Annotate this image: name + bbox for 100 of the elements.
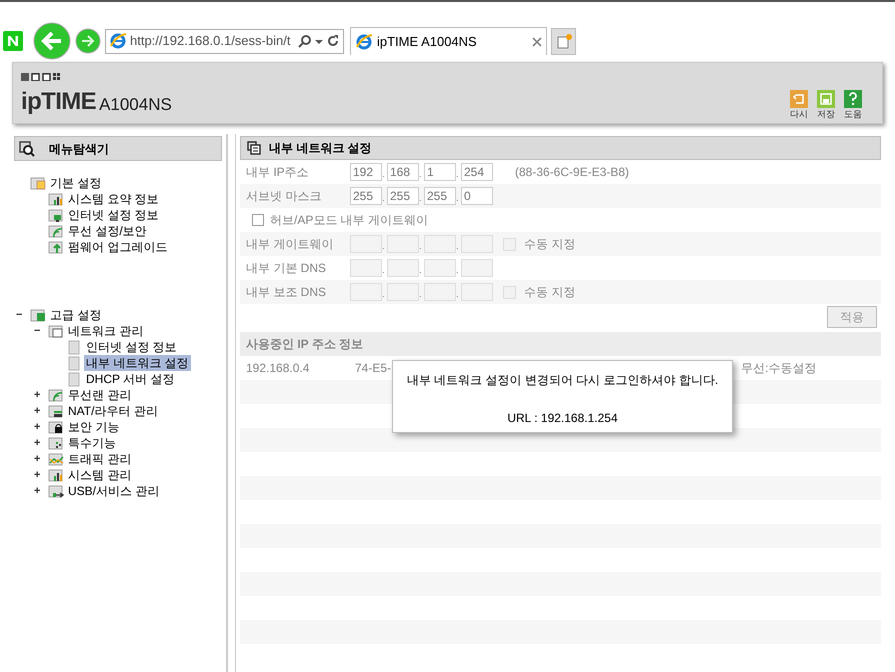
dot-separator: . <box>456 192 460 206</box>
ip-octet-field[interactable]: 254 <box>461 163 493 181</box>
tree-item[interactable]: NAT/라우터 관리 <box>66 403 160 419</box>
checkbox-label: 수동 지정 <box>524 284 576 301</box>
ip-octet-field[interactable]: 0 <box>461 187 493 205</box>
dot-separator: . <box>419 240 423 254</box>
search-icon[interactable] <box>298 34 312 48</box>
tree-item[interactable]: 인터넷 설정 정보 <box>66 207 161 223</box>
tab-title: ipTIME A1004NS <box>377 32 478 51</box>
monitor-icon <box>48 207 64 223</box>
table-cell-text: 192.168.0.4 <box>246 360 310 377</box>
tree-item[interactable]: 트래픽 관리 <box>66 451 134 467</box>
field-label: 내부 게이트웨이 <box>246 236 334 253</box>
dot-separator: . <box>382 288 386 302</box>
tree-item[interactable]: USB/서비스 관리 <box>66 483 162 499</box>
wireless-icon <box>48 387 64 403</box>
brand-logo: ipTIME <box>21 90 96 114</box>
tree-item[interactable]: 시스템 요약 정보 <box>66 191 161 207</box>
browser-logo-icon <box>109 32 127 50</box>
url-text: http://192.168.0.1/sess-bin/t <box>130 32 292 50</box>
field-label: 내부 보조 DNS <box>246 284 328 301</box>
back-icon <box>790 90 808 108</box>
ip-octet-field[interactable]: 1 <box>424 163 456 181</box>
panel-header: 내부 네트워크 설정 <box>240 136 881 160</box>
expand-toggle[interactable]: + <box>34 419 46 435</box>
upload-icon <box>48 239 64 255</box>
field-label: 내부 IP주소 <box>246 164 310 181</box>
address-bar[interactable]: http://192.168.0.1/sess-bin/t <box>105 28 344 54</box>
expand-toggle[interactable]: + <box>34 467 46 483</box>
dialog-url: URL : 192.168.1.254 <box>507 410 618 427</box>
checkbox-label: 허브/AP모드 내부 게이트웨이 <box>270 212 428 229</box>
dot-separator: . <box>419 192 423 206</box>
toolbar-button[interactable]: 도움 <box>842 90 864 120</box>
dot-separator: . <box>419 288 423 302</box>
dot-separator: . <box>456 288 460 302</box>
dot-separator: . <box>456 168 460 182</box>
toolbar-button[interactable]: 저장 <box>815 90 837 120</box>
new-page-icon <box>556 33 572 49</box>
expand-toggle[interactable]: − <box>16 307 28 323</box>
dialog-message: 내부 네트워크 설정이 변경되어 다시 로그인하셔야 합니다. <box>406 372 718 389</box>
table-cell-text: 무선:수동설정 <box>741 360 816 377</box>
tree-item[interactable]: 무선 설정/보안 <box>66 223 149 239</box>
naver-logo-icon[interactable] <box>3 31 23 51</box>
expand-toggle[interactable]: + <box>34 483 46 499</box>
dots-icon <box>48 435 64 451</box>
dot-separator: . <box>382 168 386 182</box>
page-icon <box>66 339 82 355</box>
new-tab-button[interactable] <box>551 28 576 54</box>
expand-toggle[interactable]: + <box>34 403 46 419</box>
dot-separator: . <box>382 240 386 254</box>
chart-icon <box>48 191 64 207</box>
field-label: 서브넷 마스크 <box>246 188 322 205</box>
tree-item[interactable]: 기본 설정 <box>48 175 104 191</box>
tree-item[interactable]: 펌웨어 업그레이드 <box>66 239 170 255</box>
page-icon <box>66 355 82 371</box>
browser-logo-icon <box>355 32 373 50</box>
dot-separator: . <box>419 168 423 182</box>
ip-octet-field[interactable]: 255 <box>350 187 382 205</box>
mac-address: (88-36-6C-9E-E3-B8) <box>515 164 630 181</box>
tree-item[interactable]: 네트워크 관리 <box>66 323 146 339</box>
wireless-icon <box>48 223 64 239</box>
sidebar-header: 메뉴탐색기 <box>14 136 222 161</box>
tree-item[interactable]: 내부 네트워크 설정 <box>84 355 191 371</box>
expand-toggle[interactable]: + <box>34 451 46 467</box>
tree-item[interactable]: 시스템 관리 <box>66 467 134 483</box>
back-button[interactable] <box>33 22 71 60</box>
refresh-icon[interactable] <box>326 34 340 48</box>
expand-toggle[interactable]: + <box>34 387 46 403</box>
close-icon[interactable] <box>532 36 542 46</box>
model-name: A1004NS <box>99 96 172 114</box>
tree-item[interactable]: DHCP 서버 설정 <box>84 371 176 387</box>
dot-separator: . <box>419 264 423 278</box>
table-cell-text: 74-E5- <box>355 360 392 377</box>
ip-octet-field[interactable]: 192 <box>350 163 382 181</box>
browser-tab[interactable]: ipTIME A1004NS <box>350 27 547 55</box>
checkbox[interactable] <box>252 214 264 226</box>
tree-item[interactable]: 고급 설정 <box>48 307 104 323</box>
save-icon <box>817 90 835 108</box>
ip-octet-field[interactable]: 168 <box>387 163 419 181</box>
dot-separator: . <box>456 264 460 278</box>
forward-button[interactable] <box>75 28 101 54</box>
tree-item[interactable]: 특수기능 <box>66 435 118 451</box>
help-icon <box>844 90 862 108</box>
toolbar-button[interactable]: 다시 <box>788 90 810 120</box>
tree-item[interactable]: 인터넷 설정 정보 <box>84 339 179 355</box>
dot-separator: . <box>382 264 386 278</box>
ip-octet-field[interactable]: 255 <box>424 187 456 205</box>
section-header: 사용중인 IP 주소 정보 <box>240 332 881 356</box>
expand-toggle[interactable]: − <box>34 323 46 339</box>
ip-octet-field[interactable]: 255 <box>387 187 419 205</box>
chart-icon <box>48 467 64 483</box>
tree-item[interactable]: 보안 기능 <box>66 419 122 435</box>
checkbox-label: 수동 지정 <box>524 236 576 253</box>
expand-toggle[interactable]: + <box>34 435 46 451</box>
tree-item[interactable]: 무선랜 관리 <box>66 387 134 403</box>
field-label: 내부 기본 DNS <box>246 260 328 277</box>
dot-separator: . <box>456 240 460 254</box>
lock-icon <box>48 419 64 435</box>
dot-separator: . <box>382 192 386 206</box>
window-icon <box>247 141 261 155</box>
